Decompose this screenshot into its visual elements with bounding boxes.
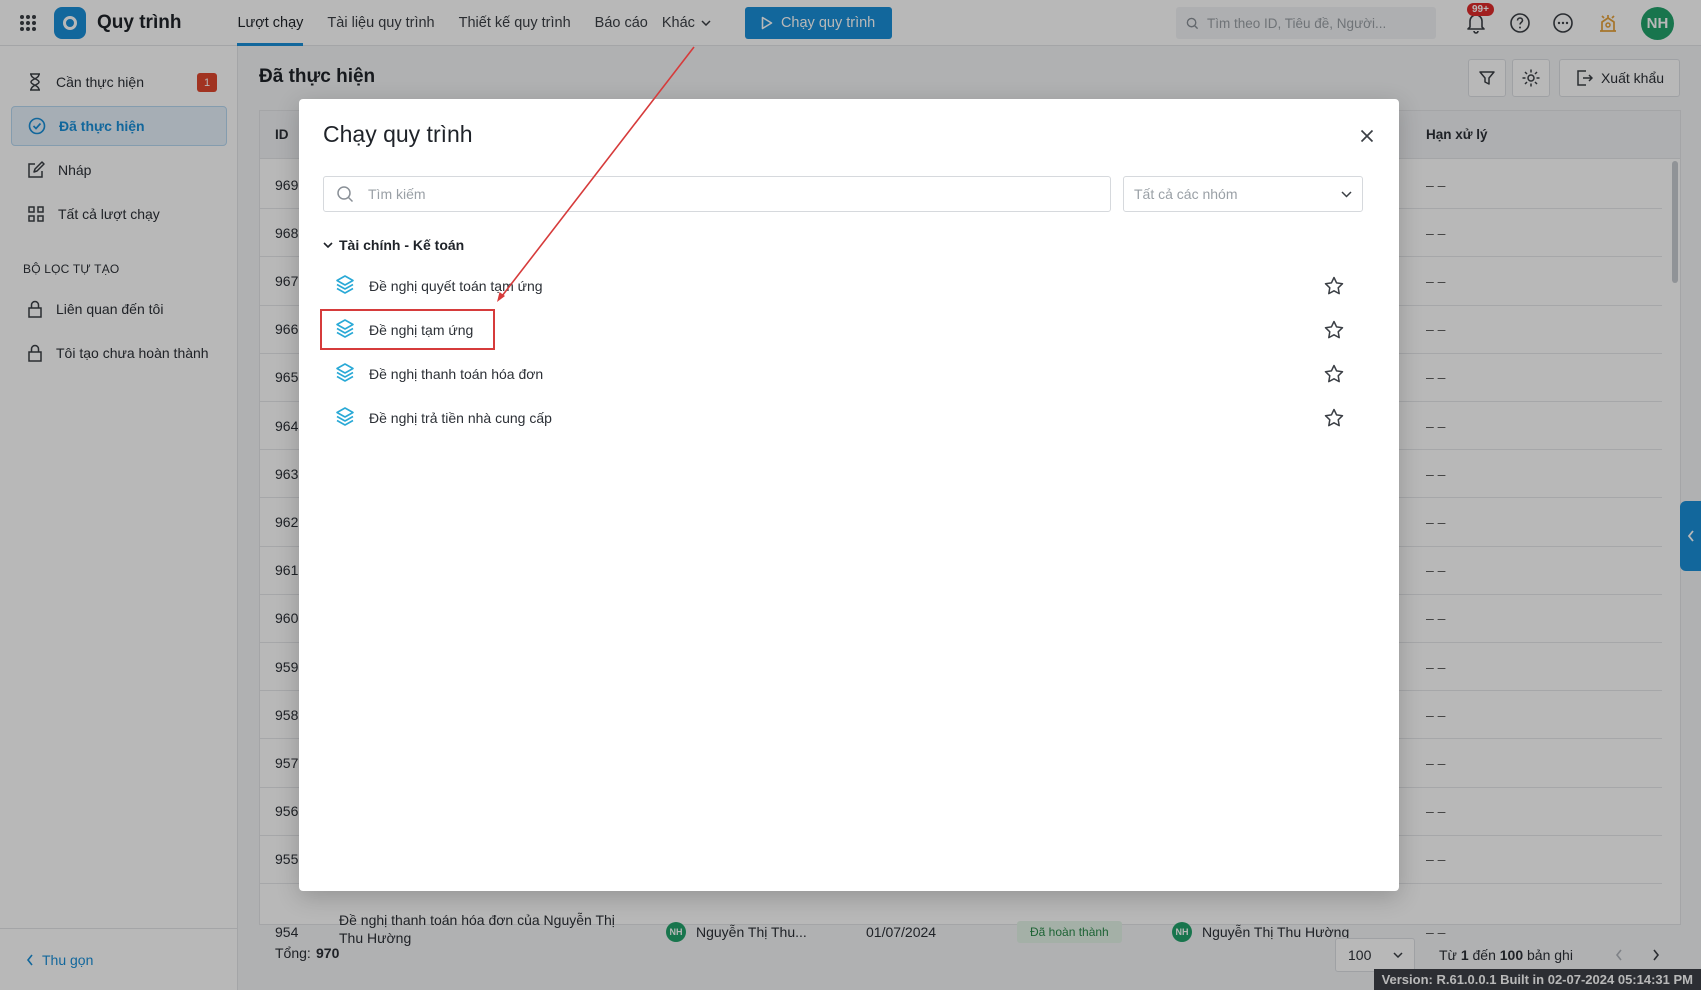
process-icon [333,361,357,388]
chevron-down-icon [323,242,333,248]
star-icon[interactable] [1323,407,1345,432]
highlight-box [320,309,495,350]
process-name: Đề nghị quyết toán tạm ứng [369,278,543,294]
star-icon[interactable] [1323,363,1345,388]
process-name: Đề nghị trả tiền nhà cung cấp [369,410,552,426]
modal-title: Chạy quy trình [323,121,473,147]
chevron-down-icon [1341,190,1352,198]
group-name: Tài chính - Kế toán [339,237,465,253]
star-icon[interactable] [1323,319,1345,344]
run-process-modal: Chạy quy trình Tìm kiếm Tất cả các nhóm … [299,99,1399,891]
process-search-input[interactable]: Tìm kiếm [323,176,1111,212]
process-item[interactable]: Đề nghị quyết toán tạm ứng [333,266,1363,306]
group-select[interactable]: Tất cả các nhóm [1123,176,1363,212]
process-item[interactable]: Đề nghị thanh toán hóa đơn [333,354,1363,394]
star-icon[interactable] [1323,275,1345,300]
app-root: Quy trình Lượt chạy Tài liệu quy trình T… [0,0,1701,990]
group-select-value: Tất cả các nhóm [1134,186,1238,202]
close-icon[interactable] [1354,123,1380,149]
process-item[interactable]: Đề nghị trả tiền nhà cung cấp [333,398,1363,438]
group-header[interactable]: Tài chính - Kế toán [323,237,464,253]
process-icon [333,273,357,300]
search-icon [337,186,354,203]
process-search-placeholder: Tìm kiếm [368,186,426,202]
process-name: Đề nghị thanh toán hóa đơn [369,366,544,382]
process-icon [333,405,357,432]
